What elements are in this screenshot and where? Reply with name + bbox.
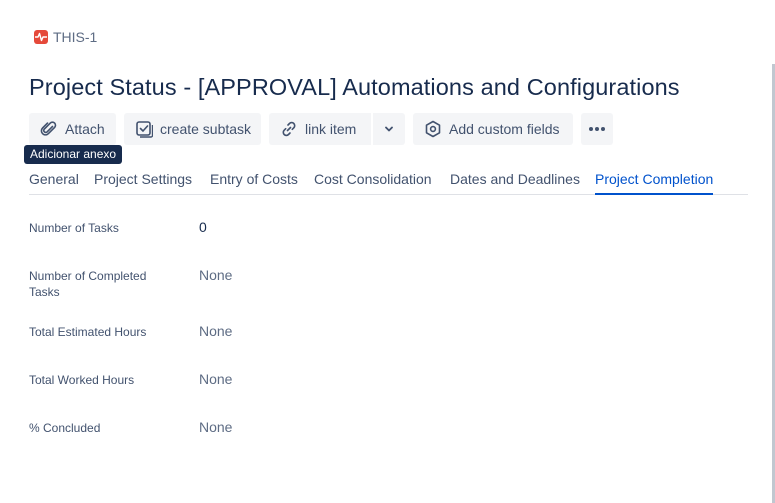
add-custom-fields-label: Add custom fields [449, 121, 560, 137]
breadcrumb[interactable]: THIS-1 [34, 29, 97, 45]
tab-dates-and-deadlines[interactable]: Dates and Deadlines [450, 171, 580, 187]
link-icon [279, 119, 299, 139]
tab-project-completion[interactable]: Project Completion [595, 171, 714, 195]
chevron-down-icon [379, 119, 399, 139]
field-value-total-worked-hours[interactable]: None [199, 371, 232, 387]
field-value-number-of-tasks[interactable]: 0 [199, 219, 207, 235]
issue-key-link[interactable]: THIS-1 [53, 29, 97, 45]
field-label-percent-concluded: % Concluded [29, 421, 101, 435]
field-value-percent-concluded[interactable]: None [199, 419, 232, 435]
field-value-total-estimated-hours[interactable]: None [199, 323, 232, 339]
field-label-number-of-completed-tasks: Number of Completed Tasks [29, 269, 147, 299]
more-actions-button[interactable] [581, 113, 613, 145]
more-horizontal-icon [587, 119, 607, 139]
attach-button[interactable]: Attach [29, 113, 116, 145]
create-subtask-button[interactable]: create subtask [124, 113, 261, 145]
tab-cost-consolidation[interactable]: Cost Consolidation [314, 171, 432, 187]
attach-label: Attach [65, 121, 105, 137]
field-label-number-of-tasks: Number of Tasks [29, 221, 119, 235]
subtask-icon [134, 119, 154, 139]
link-item-button[interactable]: link item [269, 113, 371, 145]
tab-general[interactable]: General [29, 171, 79, 187]
tab-entry-of-costs[interactable]: Entry of Costs [210, 171, 298, 187]
field-label-total-worked-hours: Total Worked Hours [29, 373, 135, 387]
add-custom-fields-button[interactable]: Add custom fields [413, 113, 573, 145]
link-item-label: link item [305, 121, 357, 137]
field-label-total-estimated-hours: Total Estimated Hours [29, 325, 147, 339]
attach-tooltip: Adicionar anexo [24, 145, 123, 164]
link-item-dropdown-button[interactable] [373, 113, 405, 145]
field-value-number-of-completed-tasks[interactable]: None [199, 267, 232, 283]
hexagon-settings-icon [423, 119, 443, 139]
pulse-icon [34, 30, 48, 44]
tab-project-settings[interactable]: Project Settings [94, 171, 192, 187]
page-title: Project Status - [APPROVAL] Automations … [29, 74, 680, 100]
paperclip-icon [39, 119, 59, 139]
tab-bar: General Project Settings Entry of Costs … [29, 168, 748, 195]
create-subtask-label: create subtask [160, 121, 252, 137]
